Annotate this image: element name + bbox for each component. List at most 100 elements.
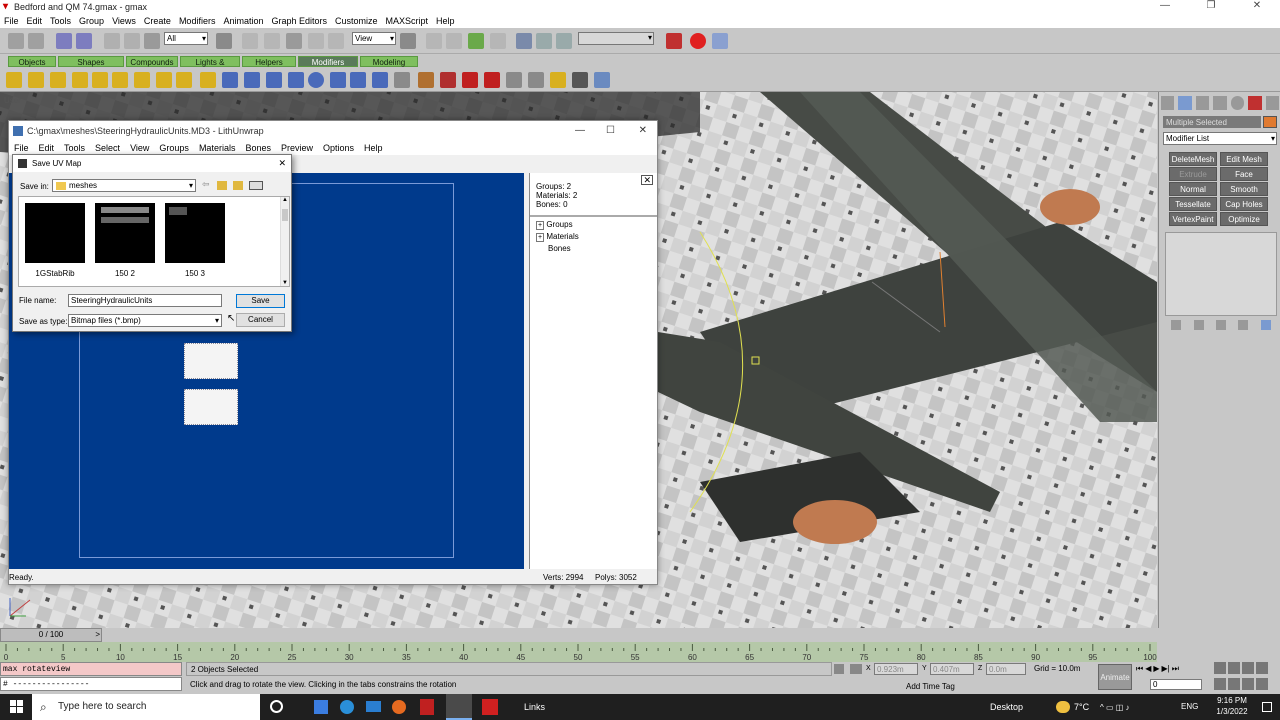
add-time-tag[interactable]: Add Time Tag <box>906 682 955 691</box>
create-tab-icon[interactable] <box>1161 96 1175 110</box>
tree-item-bones[interactable]: Bones <box>548 244 571 253</box>
windows-start-icon[interactable] <box>10 700 23 713</box>
dialog-close-icon[interactable]: ✕ <box>278 155 286 172</box>
up-folder-icon[interactable] <box>217 181 227 190</box>
taskbar-links[interactable]: Links <box>524 694 545 720</box>
lith-menu-view[interactable]: View <box>125 141 154 155</box>
mail-icon[interactable] <box>366 701 381 712</box>
push-icon[interactable] <box>134 72 150 88</box>
scroll-thumb[interactable] <box>282 209 288 221</box>
back-icon[interactable]: ⇦ <box>202 179 210 190</box>
modifier-stack[interactable] <box>1165 232 1277 316</box>
twist-icon[interactable] <box>50 72 66 88</box>
axis-plane-icon[interactable] <box>490 33 506 49</box>
tab-shapes[interactable]: Shapes <box>58 56 124 67</box>
tray-icons[interactable]: ^ ▭ ◫ ♪ <box>1100 703 1130 712</box>
named-selection-dropdown[interactable]: ▾ <box>578 32 654 45</box>
link-icon[interactable] <box>56 33 72 49</box>
lock-icon[interactable] <box>834 664 844 674</box>
z-coord-field[interactable] <box>986 663 1026 675</box>
spherify-icon[interactable] <box>350 72 366 88</box>
lathe-icon[interactable] <box>550 72 566 88</box>
smooth-mod-icon[interactable] <box>462 72 478 88</box>
modifier-list-dropdown[interactable]: Modifier List ▾ <box>1163 132 1277 145</box>
tab-helpers[interactable]: Helpers <box>242 56 296 67</box>
file-name-input[interactable] <box>68 294 222 307</box>
affect-region-icon[interactable] <box>372 72 388 88</box>
viewport-label[interactable]: User <box>4 96 21 105</box>
lith-menu-preview[interactable]: Preview <box>276 141 318 155</box>
deletemesh-button[interactable]: DeleteMesh <box>1169 152 1217 166</box>
lith-menu-options[interactable]: Options <box>318 141 359 155</box>
xform-icon[interactable] <box>308 72 324 88</box>
firefox-icon[interactable] <box>392 700 406 714</box>
absolute-mode-icon[interactable] <box>850 664 862 674</box>
arc-rotate-icon[interactable] <box>1242 678 1254 690</box>
info-close-icon[interactable]: ✕ <box>641 175 653 185</box>
gmax-taskbar-icon[interactable] <box>420 699 434 715</box>
scroll-up-icon[interactable]: ▲ <box>282 197 288 203</box>
menu-animation[interactable]: Animation <box>219 14 267 28</box>
relax-icon[interactable] <box>156 72 172 88</box>
display-tab-icon[interactable] <box>1230 96 1245 110</box>
vertexpaint-button[interactable]: VertexPaint <box>1169 212 1217 226</box>
pivot-icon[interactable] <box>400 33 416 49</box>
smooth-button[interactable]: Smooth <box>1220 182 1268 196</box>
taskbar-date[interactable]: 1/3/2022 <box>1207 707 1257 716</box>
save-button[interactable]: Save <box>236 294 285 308</box>
selection-filter-dropdown[interactable]: All ▾ <box>164 32 208 45</box>
file-item-150-3[interactable]: 150 3 <box>165 203 225 278</box>
utility-tab-icon[interactable] <box>1248 96 1262 110</box>
prev-frame-icon[interactable]: ◀ <box>1145 664 1151 676</box>
lithunwrap-taskbar-icon[interactable] <box>446 694 472 720</box>
new-folder-icon[interactable] <box>233 181 243 190</box>
select-and-link-icon[interactable] <box>216 33 232 49</box>
zoom-extents-icon[interactable] <box>1242 662 1254 674</box>
lattice-icon[interactable] <box>244 72 260 88</box>
lith-menu-tools[interactable]: Tools <box>59 141 90 155</box>
menu-graph-editors[interactable]: Graph Editors <box>267 14 331 28</box>
checker-icon[interactable] <box>572 72 588 88</box>
face-extrude-button[interactable]: Face Extrude <box>1220 167 1268 192</box>
configure-sets-icon[interactable] <box>1260 320 1271 330</box>
mirror-mod-icon[interactable] <box>266 72 282 88</box>
noise-icon[interactable] <box>72 72 88 88</box>
cancel-button[interactable]: Cancel <box>236 313 285 327</box>
file-item-150-2[interactable]: 150 2 <box>95 203 155 278</box>
select-by-name-icon[interactable] <box>124 33 140 49</box>
menu-create[interactable]: Create <box>140 14 175 28</box>
pin-stack-icon[interactable] <box>1171 320 1182 330</box>
tab-modeling[interactable]: Modeling <box>360 56 418 67</box>
normal-button[interactable]: Normal <box>1169 182 1217 196</box>
time-slider[interactable]: 0 / 100 > <box>0 628 102 642</box>
unwrap-icon[interactable] <box>418 72 434 88</box>
save-in-dropdown[interactable]: meshes ▾ <box>52 179 196 192</box>
edit-mesh-button[interactable]: Edit Mesh <box>1220 152 1268 166</box>
lith-minimize-icon[interactable]: — <box>575 121 585 141</box>
render-last-icon[interactable] <box>712 33 728 49</box>
remove-modifier-icon[interactable] <box>1238 320 1249 330</box>
restore-icon[interactable]: ❐ <box>1188 0 1234 14</box>
rotate-icon[interactable] <box>264 33 280 49</box>
stretch-icon[interactable] <box>92 72 108 88</box>
uvw-map-icon[interactable] <box>394 72 410 88</box>
app-taskbar-icon[interactable] <box>482 699 498 715</box>
unlink-icon[interactable] <box>76 33 92 49</box>
optimize-button[interactable]: Optimize <box>1220 212 1268 226</box>
taskbar-search[interactable]: ⌕ Type here to search <box>32 694 260 720</box>
bend-icon[interactable] <box>6 72 22 88</box>
ripple-icon[interactable] <box>176 72 192 88</box>
task-view-icon[interactable] <box>270 700 283 713</box>
axis-x-icon[interactable] <box>426 33 442 49</box>
material-icon[interactable] <box>440 72 456 88</box>
vertex-paint-icon[interactable] <box>594 72 610 88</box>
menu-file[interactable]: File <box>0 14 23 28</box>
close-icon[interactable]: ✕ <box>1234 0 1280 14</box>
scroll-down-icon[interactable]: ▼ <box>282 280 288 286</box>
file-item-1gstabrib[interactable]: 1GStabRib <box>25 203 85 278</box>
zoom-extents-all-icon[interactable] <box>1256 662 1268 674</box>
motion-tab-icon[interactable] <box>1213 96 1227 110</box>
tessellate-button[interactable]: Tessellate <box>1169 197 1217 211</box>
menu-edit[interactable]: Edit <box>23 14 47 28</box>
menu-customize[interactable]: Customize <box>331 14 382 28</box>
